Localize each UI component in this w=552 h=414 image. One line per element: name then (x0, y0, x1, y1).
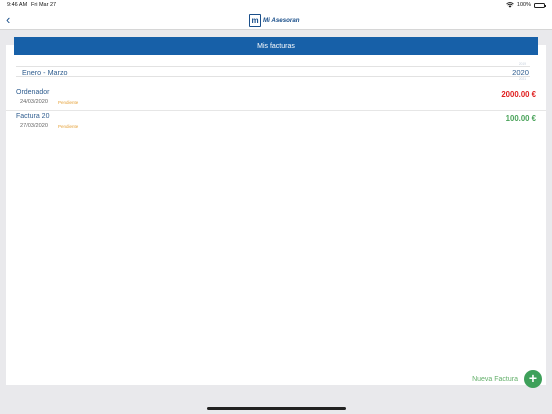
period-selector[interactable]: Enero - Marzo 2019 2020 2021 (16, 62, 530, 81)
invoice-row[interactable]: Factura 20 27/03/2020 Pendiente 100.00 € (6, 111, 546, 135)
battery-percent: 100% (516, 2, 531, 8)
brand-name: Mi Asesoran (263, 17, 300, 24)
brand-logo-icon: m (249, 14, 261, 27)
new-invoice-button[interactable]: Nueva Factura + (472, 370, 542, 388)
back-button[interactable]: ‹ (6, 13, 18, 27)
invoice-date: 27/03/2020 (20, 123, 48, 129)
wifi-icon (506, 2, 514, 8)
invoice-amount: 100.00 € (505, 114, 536, 123)
invoice-name: Factura 20 (16, 113, 50, 120)
battery-icon (534, 2, 546, 8)
new-invoice-label: Nueva Factura (472, 375, 518, 383)
chevron-left-icon: ‹ (6, 12, 11, 27)
invoice-status: Pendiente (58, 100, 79, 105)
invoice-date: 24/03/2020 (20, 99, 48, 105)
status-time: 9:46 AM (7, 2, 28, 8)
invoice-name: Ordenador (16, 89, 50, 96)
year-picker[interactable]: 2020 (512, 68, 529, 77)
period-label: Enero - Marzo (22, 68, 68, 77)
brand: m Mi Asesoran (249, 13, 300, 28)
status-bar: 9:46 AM Fri Mar 27 100% (0, 0, 552, 12)
year-option-prev[interactable]: 2019 (519, 62, 526, 66)
status-date: Fri Mar 27 (31, 2, 57, 8)
year-option-next[interactable]: 2021 (519, 77, 526, 81)
page-title: Mis facturas (14, 37, 538, 55)
home-indicator (207, 407, 346, 410)
invoice-status: Pendiente (58, 124, 79, 129)
invoice-row[interactable]: Ordenador 24/03/2020 Pendiente 2000.00 € (6, 87, 546, 111)
status-right: 100% (506, 2, 546, 8)
plus-icon[interactable]: + (524, 370, 542, 388)
navbar: ‹ m Mi Asesoran (0, 12, 552, 30)
invoice-amount: 2000.00 € (501, 90, 536, 99)
